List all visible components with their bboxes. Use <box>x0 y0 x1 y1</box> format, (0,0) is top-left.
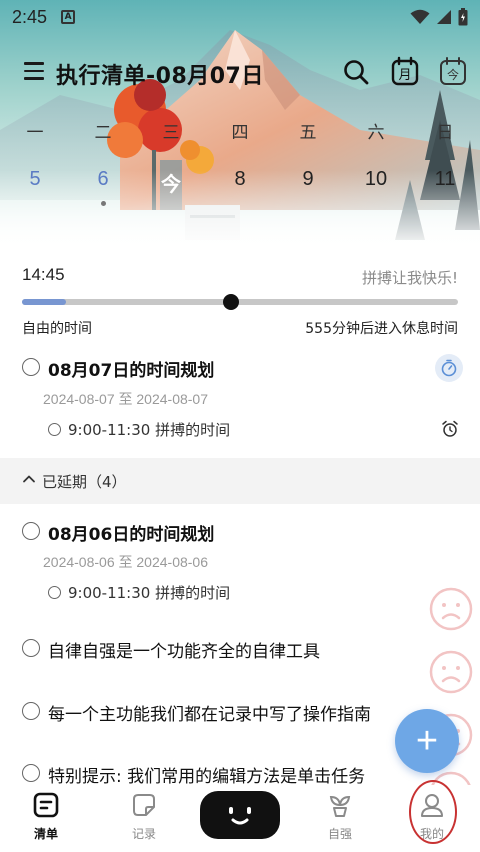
progress-fill <box>22 299 66 305</box>
task-title[interactable]: 自律自强是一个功能齐全的自律工具 <box>48 637 320 662</box>
task-title[interactable]: 08月06日的时间规划 <box>48 520 214 545</box>
free-time-label: 自由的时间 <box>22 321 92 337</box>
signal-icon <box>437 10 451 24</box>
task-checkbox[interactable] <box>22 764 40 782</box>
weekday-label: 四 <box>231 123 249 143</box>
center-face-button[interactable] <box>200 791 280 839</box>
subtask-checkbox[interactable] <box>48 586 61 599</box>
nav-label: 清单 <box>33 827 58 841</box>
task-title[interactable]: 每一个主功能我们都在记录中写了操作指南 <box>48 700 371 725</box>
task-checkbox[interactable] <box>22 702 40 720</box>
timer-button[interactable] <box>435 354 463 382</box>
task-dates: 2024-08-06 至 2024-08-06 <box>43 554 209 570</box>
task-checkbox[interactable] <box>22 358 40 376</box>
date-cell-today[interactable]: 今 <box>151 168 191 197</box>
nav-item-records[interactable]: 记录 <box>112 785 176 852</box>
nav-item-list[interactable]: 清单 <box>14 785 78 852</box>
date-cell[interactable]: 5 <box>15 168 55 191</box>
face-icon <box>229 807 251 825</box>
task-checkbox[interactable] <box>22 522 40 540</box>
weekday-label: 五 <box>299 123 317 143</box>
rest-countdown-label: 555分钟后进入休息时间 <box>305 321 458 337</box>
overdue-sad-icon <box>429 650 473 694</box>
task-title[interactable]: 08月07日的时间规划 <box>48 356 214 381</box>
task-indicator-dot <box>101 201 106 206</box>
status-bar: 2:45 A <box>0 0 480 34</box>
stopwatch-icon <box>441 359 457 377</box>
date-cell[interactable]: 10 <box>356 168 396 191</box>
delayed-section-header[interactable]: 已延期（4） <box>0 458 480 504</box>
weekday-label: 六 <box>367 123 385 143</box>
search-icon[interactable] <box>342 58 370 86</box>
notification-icon: A <box>61 10 76 24</box>
weekday-label: 二 <box>94 123 112 143</box>
date-cell[interactable]: 6 <box>83 168 123 191</box>
task-dates: 2024-08-07 至 2024-08-07 <box>43 391 209 407</box>
current-time: 14:45 <box>22 265 65 284</box>
task-title[interactable]: 特别提示: 我们常用的编辑方法是单击任务 <box>48 762 365 787</box>
wifi-icon <box>410 9 430 24</box>
nav-label: 记录 <box>131 827 156 841</box>
weekday-label: 日 <box>436 123 454 143</box>
progress-knob[interactable] <box>223 294 240 310</box>
status-icons <box>410 8 468 26</box>
date-cell[interactable]: 9 <box>288 168 328 191</box>
weekday-header: 一 二 三 四 五 六 日 <box>0 118 480 144</box>
delayed-section-label: 已延期（4） <box>42 473 127 491</box>
list-icon <box>33 792 59 818</box>
date-cell[interactable]: 11 <box>425 168 465 191</box>
subtask-text[interactable]: 9:00-11:30 拼搏的时间 <box>68 419 230 440</box>
date-strip: 5 6 今 8 9 10 11 <box>0 168 480 202</box>
today-icon-label: 今 <box>447 67 459 82</box>
note-icon <box>133 794 155 816</box>
weekday-label: 一 <box>26 123 44 143</box>
sprout-icon <box>329 795 351 817</box>
task-checkbox[interactable] <box>22 639 40 657</box>
nav-label: 自强 <box>327 827 352 841</box>
highlight-circle <box>409 780 457 844</box>
motto-text: 拼搏让我快乐! <box>361 269 458 287</box>
time-progress-bar <box>22 294 458 310</box>
weekday-label: 三 <box>162 123 180 143</box>
battery-icon <box>458 8 468 26</box>
nav-item-self-improve[interactable]: 自强 <box>308 785 372 852</box>
chevron-up-icon <box>23 475 35 483</box>
date-cell[interactable]: 8 <box>220 168 260 191</box>
page-title: 执行清单-08月07日 <box>56 64 264 89</box>
status-time: 2:45 <box>12 6 48 27</box>
overdue-sad-icon <box>429 587 473 631</box>
add-task-button[interactable]: + <box>395 709 459 773</box>
subtask-checkbox[interactable] <box>48 423 61 436</box>
today-button[interactable]: 今 <box>439 56 467 90</box>
alarm-clock-icon[interactable] <box>441 420 459 438</box>
top-bar: 执行清单-08月07日 月 今 <box>0 52 480 92</box>
month-view-button[interactable]: 月 <box>391 56 419 90</box>
calendar-today-icon: 今 <box>440 57 466 85</box>
menu-icon[interactable] <box>24 62 44 80</box>
calendar-month-icon: 月 <box>391 56 419 86</box>
month-icon-label: 月 <box>398 68 411 83</box>
subtask-text[interactable]: 9:00-11:30 拼搏的时间 <box>68 582 230 603</box>
